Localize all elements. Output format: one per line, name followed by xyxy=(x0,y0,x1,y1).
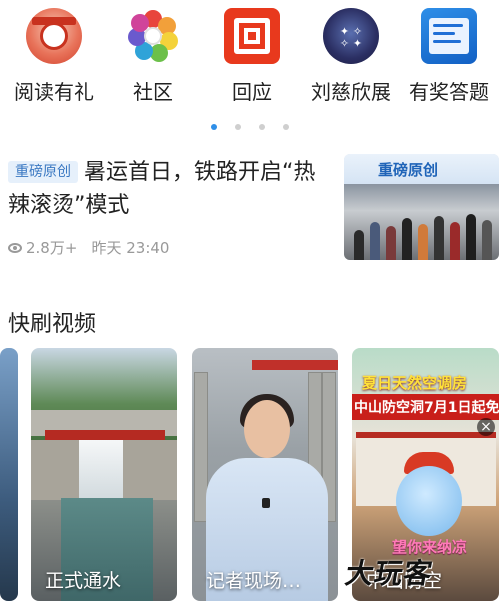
page-dot xyxy=(258,123,265,130)
video-headline: 夏日天然空调房 xyxy=(362,374,468,392)
page-dot xyxy=(234,123,241,130)
entry-prize-quiz[interactable]: 有奖答题 xyxy=(401,8,497,105)
entry-label: 刘慈欣展 xyxy=(311,80,391,104)
news-date: 昨天 xyxy=(91,239,122,257)
community-icon xyxy=(125,8,181,64)
thumbnail-banner-text: 重磅原创 xyxy=(378,161,439,179)
eye-icon xyxy=(8,243,22,253)
mascot-image xyxy=(396,466,462,536)
thumbnail-banner: 重磅原创 xyxy=(344,154,499,184)
news-tag: 重磅原创 xyxy=(8,161,78,183)
video-caption: 正式通水 xyxy=(45,570,122,592)
video-card[interactable]: 正式通水 xyxy=(31,348,177,601)
page-dot xyxy=(282,123,289,130)
video-caption: 记者现场… xyxy=(206,570,302,592)
watermark-logo: 大玩客 xyxy=(342,557,436,590)
video-section-title: 快刷视频 xyxy=(8,312,97,337)
liu-cixin-exhibition-icon: ✦ ✧ ✧ ✦ xyxy=(323,8,379,64)
response-icon xyxy=(224,8,280,64)
news-time: 23:40 xyxy=(126,239,170,257)
entry-label: 有奖答题 xyxy=(409,80,489,104)
entry-label: 社区 xyxy=(133,80,173,104)
entry-liu-cixin-exhibition[interactable]: ✦ ✧ ✧ ✦ 刘慈欣展 xyxy=(303,8,399,105)
station-crowd-image xyxy=(344,184,499,260)
entry-reading-gift[interactable]: 阅读有礼 xyxy=(6,8,102,105)
reading-gift-icon xyxy=(26,8,82,64)
news-title-block: 重磅原创 暑运首日，铁路开启“热辣滚烫”模式 xyxy=(8,156,330,222)
microphone-icon xyxy=(262,498,270,508)
news-meta: 2.8万+ 昨天 23:40 xyxy=(8,237,169,258)
entry-label: 阅读有礼 xyxy=(14,80,94,104)
prize-quiz-icon xyxy=(421,8,477,64)
news-thumbnail[interactable]: 重磅原创 xyxy=(344,154,499,260)
quick-entry-row: 阅读有礼 社区 回应 ✦ ✧ ✧ ✦ 刘慈欣展 有奖答题 xyxy=(0,0,499,112)
entry-label: 回应 xyxy=(232,80,272,104)
view-count: 2.8万+ xyxy=(26,239,78,257)
page-indicator xyxy=(0,116,499,135)
news-item[interactable]: 重磅原创 暑运首日，铁路开启“热辣滚烫”模式 2.8万+ 昨天 23:40 重磅原创 xyxy=(0,150,499,268)
entry-response[interactable]: 回应 xyxy=(204,8,300,105)
video-subheadline: 中山防空洞7月1日起免费开 xyxy=(354,400,499,416)
video-card-partial[interactable] xyxy=(0,348,18,601)
page-dot xyxy=(210,123,217,130)
video-card[interactable]: 记者现场… xyxy=(192,348,338,601)
entry-community[interactable]: 社区 xyxy=(105,8,201,105)
close-icon[interactable]: × xyxy=(477,418,495,436)
